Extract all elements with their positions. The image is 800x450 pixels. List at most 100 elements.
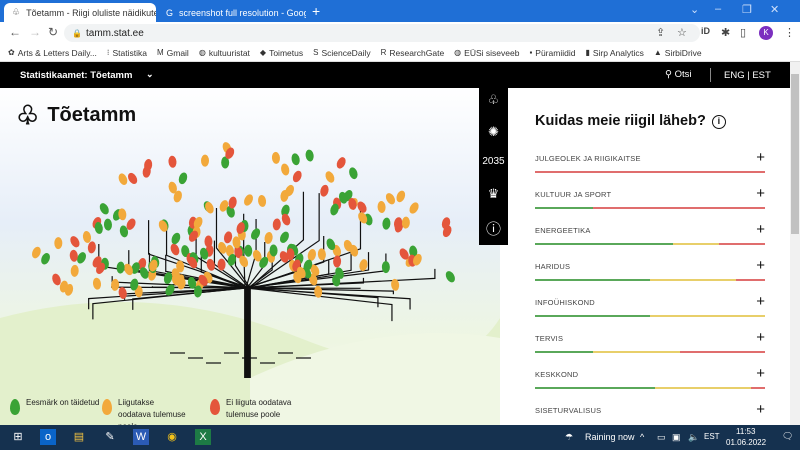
sun-icon[interactable]: ✺ [479,124,508,140]
weather-icon[interactable]: ☂ [565,432,573,443]
minimize-button[interactable]: – [715,3,721,15]
app-icon[interactable]: ✎ [102,429,118,445]
leaf[interactable] [170,231,182,245]
search-button[interactable]: ⚲ Otsi [665,69,692,80]
leaf[interactable] [69,249,78,262]
leaf[interactable] [87,241,96,254]
bookmark-item[interactable]: ▪ Püramiidid [529,48,575,58]
word-icon[interactable]: W [133,429,149,445]
leaf[interactable] [317,248,326,261]
leaf[interactable] [217,241,228,255]
leaf[interactable] [117,172,129,186]
leaf[interactable] [382,217,391,230]
category-row[interactable]: HARIDUS + [535,257,765,292]
clock-date[interactable]: 01.06.2022 [726,438,766,447]
leaf[interactable] [201,154,210,167]
category-row[interactable]: TERVIS + [535,329,765,364]
tab-toetamm[interactable]: ♧Tõetamm - Riigi oluliste näidikute✕ [4,3,156,22]
page-scrollbar[interactable] [790,62,800,425]
leaf[interactable] [244,244,253,257]
estonia-2035-icon[interactable]: 2035 [479,156,508,167]
expand-plus-icon[interactable]: + [756,401,765,418]
bookmark-item[interactable]: M Gmail [157,48,189,58]
bookmark-star-icon[interactable]: ☆ [677,26,687,39]
windows-start-icon[interactable]: ⊞ [10,429,26,445]
leaf[interactable] [92,277,102,290]
expand-plus-icon[interactable]: + [756,149,765,166]
expand-plus-icon[interactable]: + [756,185,765,202]
bookmark-item[interactable]: ◍ kultuuristat [199,48,250,58]
leaf[interactable] [307,248,317,261]
tab-search-icon[interactable]: ⌄ [690,3,699,16]
expand-plus-icon[interactable]: + [756,293,765,310]
leaf[interactable] [168,155,177,168]
leaf[interactable] [68,235,81,249]
coat-of-arms-icon[interactable]: ♛ [479,186,508,202]
display-icon[interactable]: ▣ [672,432,681,443]
chrome-icon[interactable]: ◉ [164,429,180,445]
leaf[interactable] [278,230,291,244]
chevron-down-icon[interactable]: ⌄ [146,69,154,80]
category-row[interactable]: KULTUUR JA SPORT + [535,185,765,220]
reload-icon[interactable]: ↻ [48,25,58,39]
leaf[interactable] [335,156,347,170]
leaf[interactable] [377,201,386,213]
bookmark-item[interactable]: ◆ Toimetus [260,48,303,58]
excel-icon[interactable]: X [195,429,211,445]
restore-button[interactable]: ❐ [742,3,752,16]
leaf[interactable] [319,184,330,198]
address-bar[interactable]: 🔒 tamm.stat.ee [64,24,700,42]
bookmark-item[interactable]: R ResearchGate [381,48,445,58]
info-icon[interactable]: ⓘ [479,218,508,239]
leaf[interactable] [98,202,111,216]
language-switcher[interactable]: ENG | EST [724,70,771,81]
new-tab-button[interactable]: + [312,3,320,19]
leaf[interactable] [272,218,281,231]
id-extension-icon[interactable]: iD [701,26,710,36]
bookmark-item[interactable]: ◍ EÜSi siseveeb [454,48,519,58]
leaf[interactable] [54,237,63,250]
oak-icon[interactable]: ♧ [479,92,508,108]
file-explorer-icon[interactable]: ▤ [71,429,87,445]
leaf[interactable] [169,242,181,256]
back-icon[interactable]: ← [9,25,21,39]
bookmark-item[interactable]: S ScienceDaily [313,48,370,58]
leaf[interactable] [177,171,188,185]
network-icon[interactable]: ▭ [657,432,666,443]
category-row[interactable]: ENERGEETIKA + [535,221,765,256]
site-brand[interactable]: Statistikaamet: Tõetamm [20,70,132,81]
leaf[interactable] [384,192,397,206]
expand-plus-icon[interactable]: + [756,221,765,238]
leaf[interactable] [395,189,407,203]
bookmark-item[interactable]: ▲ SirbiDrive [654,48,702,58]
leaf[interactable] [271,151,280,165]
leaf[interactable] [291,169,303,183]
bookmark-item[interactable]: ▮ Sirp Analytics [585,48,643,58]
leaf[interactable] [223,231,233,244]
tab-google-search[interactable]: Gscreenshot full resolution - Goog✕ [158,3,306,22]
notifications-icon[interactable]: 🗨 [782,431,793,442]
category-row[interactable]: KESKKOND + [535,365,765,400]
scrollbar-thumb[interactable] [791,74,799,234]
expand-plus-icon[interactable]: + [756,329,765,346]
category-row[interactable]: JULGEOLEK JA RIIGIKAITSE + [535,149,765,184]
side-panel-icon[interactable]: ▯ [740,26,746,39]
profile-avatar[interactable]: K [759,26,773,40]
leaf[interactable] [286,248,295,261]
expand-plus-icon[interactable]: + [756,365,765,382]
leaf[interactable] [116,261,125,274]
weather-text[interactable]: Raining now [585,432,635,442]
leaf[interactable] [242,193,255,207]
share-icon[interactable]: ⇪ [656,26,665,39]
tray-chevron-icon[interactable]: ^ [640,432,644,442]
forward-icon[interactable]: → [29,25,41,39]
leaf[interactable] [444,270,457,284]
leaf[interactable] [40,252,52,266]
extensions-icon[interactable]: ✱ [721,26,730,39]
expand-plus-icon[interactable]: + [756,257,765,274]
leaf[interactable] [291,153,301,166]
leaf[interactable] [118,286,128,299]
outlook-icon[interactable]: o [40,429,56,445]
info-icon[interactable]: i [711,115,726,129]
leaf[interactable] [305,149,315,162]
